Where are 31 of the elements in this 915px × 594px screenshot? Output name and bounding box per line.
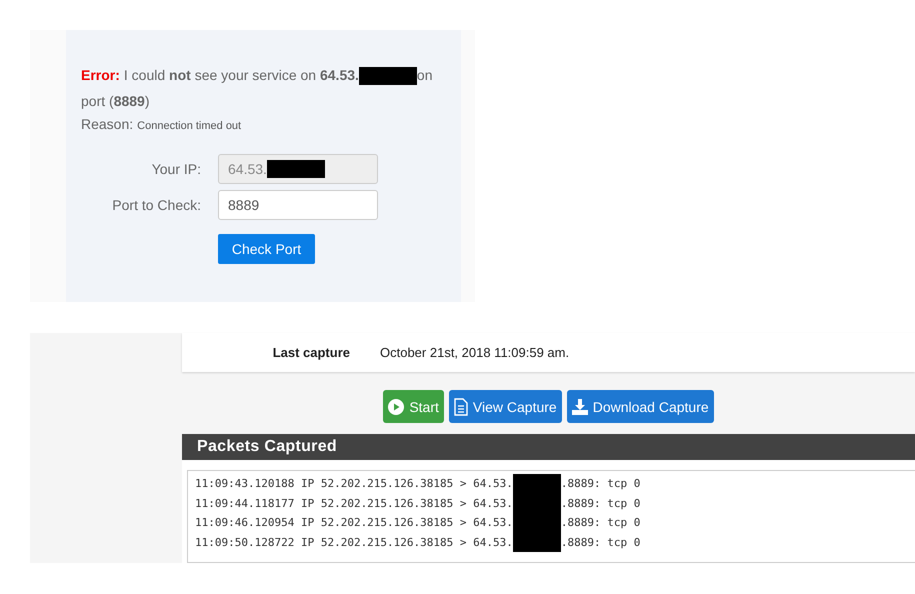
packets-header: Packets Captured [182, 434, 915, 460]
last-capture-value: October 21st, 2018 11:09:59 am. [380, 345, 570, 360]
field-label: Port to Check: [111, 197, 202, 213]
document-icon [454, 398, 468, 416]
redaction-bar [358, 67, 417, 86]
packet-line: .8889: tcp 0 [560, 536, 640, 549]
packet-line: 11:09:46.120954 IP 52.202.215.126.38185 > 64.53. [195, 516, 513, 530]
packet-line: .8889: tcp 0 [560, 477, 640, 490]
last-capture-label: Last capture [272, 345, 351, 360]
packet-line: 11:09:43.120188 IP 52.202.215.126.38185 > 64.53. [195, 477, 513, 490]
download-icon [572, 398, 588, 414]
error-message: on [416, 67, 432, 83]
reason-label: Reason: [81, 116, 134, 132]
reason-text: Connection timed out [137, 120, 242, 132]
redaction-bar [512, 474, 561, 494]
check-port-button[interactable]: Check Port [218, 234, 316, 264]
error-message: port (8889) [81, 93, 150, 109]
view-button[interactable]: View Capture [448, 390, 562, 423]
packet-line: 11:09:44.118177 IP 52.202.215.126.38185 > 64.53. [195, 496, 513, 510]
play-icon [388, 398, 404, 414]
error-message: I could not see your service on 64.53. [124, 67, 359, 83]
redaction-bar [512, 532, 561, 552]
packet-line: 11:09:50.128722 IP 52.202.215.126.38185 > 64.53. [195, 536, 513, 549]
field-label: Your IP: [150, 161, 202, 177]
error-label: Error: [81, 67, 120, 83]
packet-line: .8889: tcp 0 [560, 516, 640, 530]
download-button[interactable]: Download Capture [566, 390, 714, 423]
start-button[interactable]: Start [383, 390, 444, 423]
input-field[interactable]: 8889 [218, 190, 378, 220]
redaction-bar [266, 160, 325, 178]
packet-line: .8889: tcp 0 [560, 496, 640, 510]
